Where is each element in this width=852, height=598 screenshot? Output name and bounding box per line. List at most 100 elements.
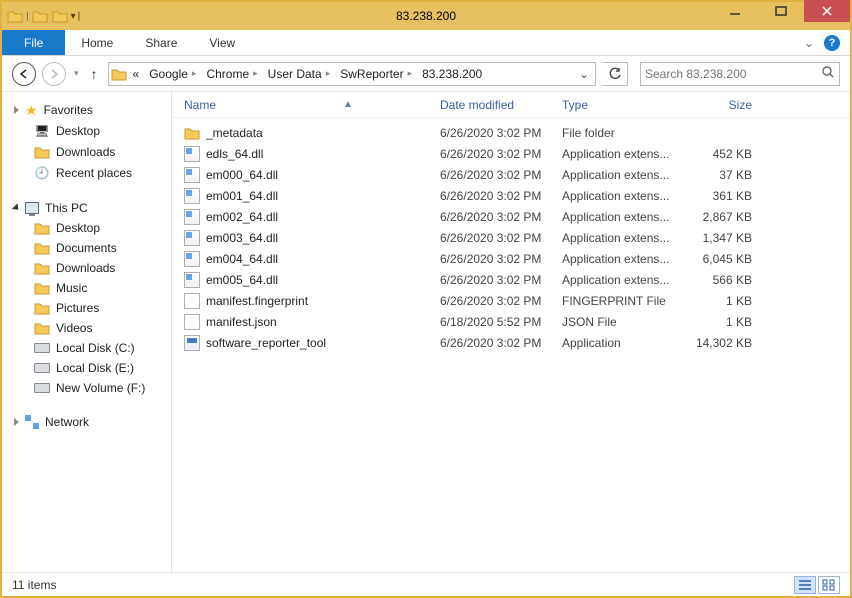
column-header-name[interactable]: Name ▲ (184, 98, 440, 112)
refresh-button[interactable] (602, 62, 628, 86)
file-row[interactable]: em001_64.dll6/26/2020 3:02 PMApplication… (172, 185, 850, 206)
file-row[interactable]: em000_64.dll6/26/2020 3:02 PMApplication… (172, 164, 850, 185)
column-header-size[interactable]: Size (682, 98, 762, 112)
breadcrumb-item[interactable]: Chrome▸ (202, 67, 261, 81)
folder-icon[interactable] (51, 7, 69, 25)
folder-icon (6, 7, 24, 25)
blank-icon (184, 293, 200, 309)
breadcrumb-label: User Data (268, 67, 322, 81)
thispc-group[interactable]: This PC (12, 198, 171, 218)
details-view-button[interactable] (794, 576, 816, 594)
collapse-icon[interactable] (12, 203, 21, 212)
tab-file[interactable]: File (2, 30, 65, 55)
file-row[interactable]: software_reporter_tool6/26/2020 3:02 PMA… (172, 332, 850, 353)
recent-icon: 🕘 (34, 165, 50, 181)
folder-icon (34, 301, 50, 315)
breadcrumb-item[interactable]: User Data▸ (264, 67, 335, 81)
ribbon-collapse-icon[interactable]: ⌄ (804, 36, 814, 50)
file-size: 361 KB (682, 189, 762, 203)
breadcrumb-item[interactable]: 83.238.200 (418, 67, 486, 81)
file-size: 37 KB (682, 168, 762, 182)
breadcrumb-overflow[interactable]: « (129, 67, 144, 81)
favorites-group[interactable]: ★ Favorites (12, 100, 171, 120)
content-area: ★ Favorites 🖥Desktop Downloads 🕘Recent p… (2, 92, 850, 572)
nav-up-button[interactable]: ↑ (87, 66, 102, 82)
file-rows[interactable]: _metadata6/26/2020 3:02 PMFile folderedl… (172, 118, 850, 572)
tab-share[interactable]: Share (129, 30, 193, 55)
nav-item-drive-c[interactable]: Local Disk (C:) (12, 338, 171, 358)
help-icon[interactable]: ? (824, 35, 840, 51)
file-date: 6/26/2020 3:02 PM (440, 252, 562, 266)
nav-item-label: Desktop (56, 124, 100, 138)
file-type: JSON File (562, 315, 682, 329)
network-group[interactable]: Network (12, 412, 171, 432)
file-name: manifest.fingerprint (206, 294, 308, 308)
nav-item-music[interactable]: Music (12, 278, 171, 298)
search-input[interactable] (645, 67, 821, 81)
navigation-pane[interactable]: ★ Favorites 🖥Desktop Downloads 🕘Recent p… (2, 92, 172, 572)
nav-item-drive-e[interactable]: Local Disk (E:) (12, 358, 171, 378)
file-row[interactable]: em002_64.dll6/26/2020 3:02 PMApplication… (172, 206, 850, 227)
folder-icon[interactable] (31, 7, 49, 25)
icons-view-button[interactable] (818, 576, 840, 594)
tab-home[interactable]: Home (65, 30, 129, 55)
nav-item-pictures[interactable]: Pictures (12, 298, 171, 318)
search-box[interactable] (640, 62, 840, 86)
folder-icon (34, 281, 50, 295)
nav-item-downloads[interactable]: Downloads (12, 258, 171, 278)
maximize-button[interactable] (758, 0, 804, 22)
search-icon[interactable] (821, 65, 835, 82)
quick-access-toolbar: | ▾ | (2, 7, 80, 25)
nav-item-desktop[interactable]: Desktop (12, 218, 171, 238)
file-size: 452 KB (682, 147, 762, 161)
file-row[interactable]: em003_64.dll6/26/2020 3:02 PMApplication… (172, 227, 850, 248)
window-controls (712, 2, 850, 30)
breadcrumb-item[interactable]: SwReporter▸ (336, 67, 416, 81)
nav-forward-button[interactable] (42, 62, 66, 86)
nav-back-button[interactable] (12, 62, 36, 86)
tab-view[interactable]: View (193, 30, 251, 55)
nav-item-drive-f[interactable]: New Volume (F:) (12, 378, 171, 398)
file-type: Application extens... (562, 210, 682, 224)
address-dropdown-icon[interactable]: ⌄ (579, 67, 593, 81)
dll-icon (184, 188, 200, 204)
nav-history-dropdown-icon[interactable]: ▾ (72, 68, 81, 79)
nav-item-documents[interactable]: Documents (12, 238, 171, 258)
column-header-type[interactable]: Type (562, 98, 682, 112)
breadcrumb-item[interactable]: Google ▸ (145, 67, 200, 81)
nav-item-label: Local Disk (C:) (56, 341, 135, 355)
file-row[interactable]: manifest.json6/18/2020 5:52 PMJSON File1… (172, 311, 850, 332)
minimize-button[interactable] (712, 0, 758, 22)
file-name: _metadata (206, 126, 263, 140)
file-row[interactable]: _metadata6/26/2020 3:02 PMFile folder (172, 122, 850, 143)
file-type: Application extens... (562, 231, 682, 245)
pc-icon (25, 202, 39, 214)
file-row[interactable]: edls_64.dll6/26/2020 3:02 PMApplication … (172, 143, 850, 164)
dll-icon (184, 209, 200, 225)
drive-icon (34, 383, 50, 393)
nav-item-videos[interactable]: Videos (12, 318, 171, 338)
breadcrumb-label: Google (149, 67, 188, 81)
qat-dropdown-icon[interactable]: ▾ (71, 11, 76, 22)
expand-icon[interactable] (14, 106, 19, 114)
column-header-date[interactable]: Date modified (440, 98, 562, 112)
close-button[interactable] (804, 0, 850, 22)
explorer-window: { "title": "83.238.200", "tabs": { "file… (0, 0, 852, 598)
nav-item-desktop[interactable]: 🖥Desktop (12, 120, 171, 142)
file-date: 6/26/2020 3:02 PM (440, 210, 562, 224)
nav-item-recent[interactable]: 🕘Recent places (12, 162, 171, 184)
file-size: 1 KB (682, 294, 762, 308)
file-row[interactable]: em004_64.dll6/26/2020 3:02 PMApplication… (172, 248, 850, 269)
folder-icon (111, 66, 127, 82)
chevron-right-icon: ▸ (192, 68, 197, 79)
file-row[interactable]: em005_64.dll6/26/2020 3:02 PMApplication… (172, 269, 850, 290)
network-label: Network (45, 415, 89, 429)
favorites-label: Favorites (44, 103, 93, 117)
file-row[interactable]: manifest.fingerprint6/26/2020 3:02 PMFIN… (172, 290, 850, 311)
file-name: em004_64.dll (206, 252, 278, 266)
expand-icon[interactable] (14, 418, 19, 426)
nav-item-label: Downloads (56, 261, 115, 275)
nav-item-downloads[interactable]: Downloads (12, 142, 171, 162)
file-date: 6/18/2020 5:52 PM (440, 315, 562, 329)
breadcrumb[interactable]: « Google ▸ Chrome▸ User Data▸ SwReporter▸… (108, 62, 596, 86)
